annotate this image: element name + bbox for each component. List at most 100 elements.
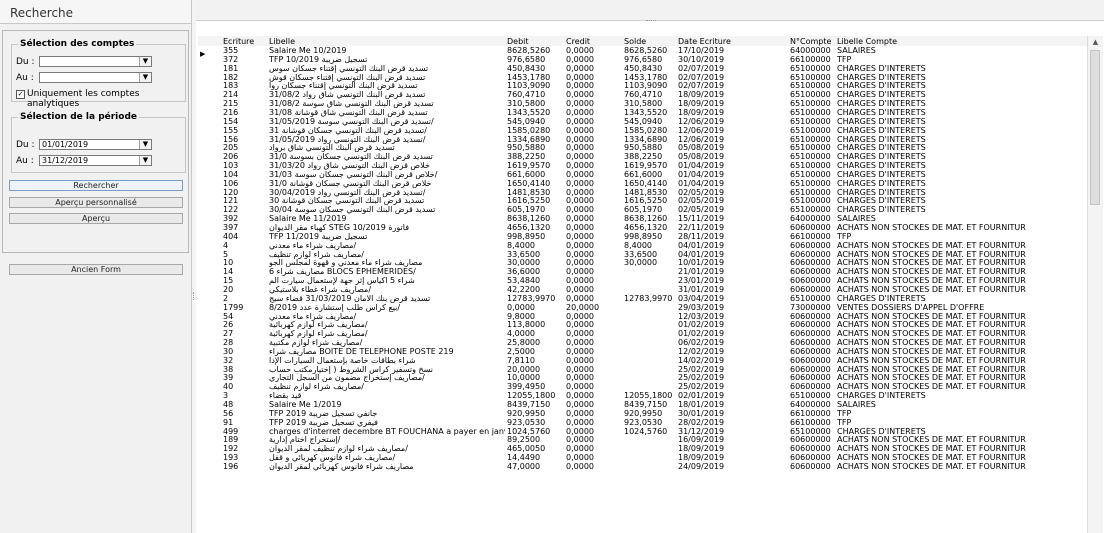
column-header[interactable]: Libelle (269, 38, 505, 46)
table-row[interactable]: 499 charges d'interret decembre BT FOUCHA… (198, 428, 1087, 437)
table-row[interactable]: 20 مصاريف شراء غطاء بلاستيكي/42,2200 0,000… (198, 286, 1087, 295)
table-row[interactable]: 4 مصاريف شراء ماء معدني/8,4000 0,0000 8,400… (198, 242, 1087, 251)
table-cell: 1024,5760 (507, 427, 551, 436)
table-row[interactable]: 397 كهباء مقر الديوان STEG فاتورة 10/2019… (198, 224, 1087, 233)
table-cell: 60600000 (790, 312, 831, 321)
table-row[interactable]: 355 Salaire Me 10/2019 8628,5260 0,0000 8628… (198, 47, 1087, 56)
scrollbar-thumb[interactable] (1090, 50, 1100, 205)
table-row[interactable]: 372 TFP 10/2019 تسجيل ضريبة 976,6580 0,0000… (198, 56, 1087, 65)
chevron-down-icon[interactable]: ▼ (139, 57, 151, 66)
old-form-button[interactable]: Ancien Form (9, 264, 183, 275)
table-cell: 25/02/2019 (678, 365, 725, 374)
search-button[interactable]: Rechercher (9, 180, 183, 191)
period-to-date[interactable]: 31/12/2019 ▼ (39, 155, 152, 166)
column-header[interactable]: Ecriture (223, 38, 267, 46)
table-cell: SALAIRES (837, 401, 876, 409)
table-row[interactable]: 192 مصاريف شراء لوازم تنظيف لمقر الديوان/… (198, 445, 1087, 454)
table-row[interactable]: 216 تسديد قرض البنك التونسي شاق قوشانة 31… (198, 109, 1087, 118)
table-cell: CHARGES D'INTERETS (837, 108, 926, 117)
table-cell: 02/07/2019 (678, 73, 725, 82)
chevron-down-icon[interactable]: ▼ (139, 140, 151, 149)
table-cell: 1103,9090 (624, 82, 668, 91)
table-row[interactable]: 154 تسديد قرض البنك التونسي سوسة 31/05/20… (198, 118, 1087, 127)
table-row[interactable]: 10 مصاريف شراء ماء معدني و قهوة لمجلس الج… (198, 259, 1087, 268)
column-header[interactable]: Debit (507, 38, 565, 46)
table-row[interactable]: 38 نسخ وتسفير كراس الشروط ( إختيارمكتب حس… (198, 366, 1087, 375)
table-cell: 976,6580 (624, 55, 663, 64)
account-from-select[interactable]: ▼ (39, 56, 152, 67)
table-row[interactable]: 196 مصاريف شراء فانوس كهربائي لمقر الديوا… (198, 463, 1087, 472)
period-group: Sélection de la période Du : 01/01/2019 … (11, 112, 186, 173)
table-row[interactable]: 15 شراء 5 أكياس إثر جهة لإستعمال سيارت ال… (198, 277, 1087, 286)
column-header[interactable]: Credit (566, 38, 622, 46)
custom-preview-button[interactable]: Aperçu personnalisé (9, 197, 183, 208)
table-row[interactable]: 189 إستخراج أختام إدارية/89,2500 0,0000 16/… (198, 436, 1087, 445)
horizontal-splitter-grip[interactable] (646, 20, 656, 23)
table-cell: تسديد قرض البنك التونسي شاق برواد (269, 144, 395, 153)
table-row[interactable]: 48 Salaire Me 1/2019 8439,7150 0,0000 8439,7… (198, 401, 1087, 410)
table-row[interactable]: 26 مصاريف شراء لوازم كهربائية/113,8000 0,0… (198, 321, 1087, 330)
preview-button[interactable]: Aperçu (9, 213, 183, 224)
table-cell: تسديد قرض البنك التونسي شاق رواد 31/08/2 (269, 91, 426, 100)
table-row[interactable]: 40 مصاريف شراء لوازم تنظيف/399,4950 0,0000… (198, 383, 1087, 392)
chevron-down-icon[interactable]: ▼ (139, 156, 151, 165)
column-header[interactable]: Libelle Compte (837, 38, 1087, 46)
table-row[interactable]: 104 خلاص قرض البنك التونسي جسكان سوسة 31/… (198, 171, 1087, 180)
table-cell: 103 (223, 162, 239, 171)
table-cell: 16/09/2019 (678, 436, 725, 445)
vertical-splitter[interactable] (192, 0, 196, 533)
table-cell: كهباء مقر الديوان STEG فاتورة 10/2019 (269, 224, 410, 232)
table-cell: 0,0000 (566, 179, 594, 188)
table-row[interactable]: 404 TFP 11/2019 تسجيل ضريبة 998,8950 0,0000… (198, 233, 1087, 242)
table-row[interactable]: 214 تسديد قرض البنك التونسي شاق رواد 31/0… (198, 91, 1087, 100)
table-row[interactable]: 121 تسديد قرض البنك التونسي جسكان قوشانة … (198, 197, 1087, 206)
account-to-select[interactable]: ▼ (39, 72, 152, 83)
table-row[interactable]: 39 مصاريف إستخراج مضمون من السجل التجاري/… (198, 374, 1087, 383)
splitter-grip[interactable] (193, 292, 196, 300)
table-row[interactable]: 156 تسديد قرض البنك التونسي رواد 31/05/20… (198, 136, 1087, 145)
table-cell: 206 (223, 153, 239, 162)
table-row[interactable]: 103 خلاص قرض البنك التونسي شاق رواد 31/03… (198, 162, 1087, 171)
table-row[interactable]: 2 تسديد قرض بنك الأمان 31/03/2019 قضاء سي… (198, 295, 1087, 304)
table-row[interactable]: 215 تسديد قرض البنك التونسي شاق سوسة 31/0… (198, 100, 1087, 109)
table-row[interactable]: 5 مصاريف شراء لوازم تنظيف/33,6500 0,0000 33… (198, 251, 1087, 260)
table-cell: 30,0000 (624, 259, 658, 268)
table-cell: إستخراج أختام إدارية/ (269, 436, 341, 445)
table-row[interactable]: 3 قيد بقضاء 12055,1800 0,0000 12055,1800 02/0… (198, 392, 1087, 401)
table-row[interactable]: 1799 بيع كراس طلب إستشارة عدد 8/2019/0,00… (198, 304, 1087, 313)
table-row[interactable]: 181 تسديد قرض البنك التونسي إقتناء جسكان … (198, 65, 1087, 74)
table-row[interactable]: 106 خلاص قرض البنك التونسي جسكان قوشانة 3… (198, 180, 1087, 189)
table-row[interactable]: 27 مصاريف شراء لوازم كهربائية/4,0000 0,000… (198, 330, 1087, 339)
table-row[interactable]: 122 تسديد قرض البنك التونسي جسكان سوسة 30… (198, 206, 1087, 215)
table-row[interactable]: 120 تسديد قرض البنك التونسي رواد 30/04/20… (198, 189, 1087, 198)
table-row[interactable]: 193 مصاريف شراء فانوس كهربائي و قفل/14,44… (198, 454, 1087, 463)
column-header[interactable]: Solde (624, 38, 676, 46)
table-row[interactable]: 30 مصاريف شراء BOITE DE TELEPHONE POSTE 2… (198, 348, 1087, 357)
table-cell: 30/10/2019 (678, 55, 725, 64)
table-row[interactable]: 54 مصاريف شراء ماء معدني/9,8000 0,0000 12/0… (198, 313, 1087, 322)
table-row[interactable]: 205 تسديد قرض البنك التونسي شاق برواد 950,… (198, 144, 1087, 153)
table-row[interactable]: 14 مصاريف شراء 6 BLOCS EPHEMERIDES/36,600… (198, 268, 1087, 277)
table-cell: 02/05/2019 (678, 188, 725, 197)
table-row[interactable]: 32 شراء بطاقات خاصة بإستعمال السيارات الإ… (198, 357, 1087, 366)
column-header[interactable]: N°Compte (790, 38, 835, 46)
table-row[interactable]: 206 تسديد قرض البنك التونسي جسكان بسوسة 3… (198, 153, 1087, 162)
table-row[interactable]: 91 TFP 2019 فيفري تسجيل ضريبة 923,0530 0,00… (198, 419, 1087, 428)
analytic-checkbox[interactable]: ✓ (16, 90, 25, 99)
table-row[interactable]: 183 تسديد قرض البنك التونسي إقتناء جسكان … (198, 82, 1087, 91)
chevron-down-icon[interactable]: ▼ (139, 73, 151, 82)
table-row[interactable]: 182 تسديد قرض البنك التونسي إقتناء جسكان … (198, 74, 1087, 83)
table-row[interactable]: 392 Salaire Me 11/2019 8638,1260 0,0000 8638… (198, 215, 1087, 224)
scroll-up-icon[interactable]: ▲ (1089, 36, 1102, 48)
period-from-date[interactable]: 01/01/2019 ▼ (39, 139, 152, 150)
table-row[interactable]: 155 تسديد قرض البنك التونسي جسكان قوشانة … (198, 127, 1087, 136)
column-header[interactable]: Date Ecriture (678, 38, 788, 46)
vertical-scrollbar[interactable]: ▲ (1087, 36, 1103, 533)
table-row[interactable]: 28 مصاريف شراء لوازم مكتبية/25,8000 0,0000… (198, 339, 1087, 348)
table-cell: ACHATS NON STOCKES DE MAT. ET FOURNITUR (837, 445, 1026, 454)
table-cell: 0,0000 (566, 427, 594, 436)
table-cell: 0,0000 (566, 347, 594, 356)
table-cell: 65100000 (790, 179, 831, 188)
table-row[interactable]: 56 TFP 2019 جانفي تسجيل ضريبة 920,9950 0,00… (198, 410, 1087, 419)
table-cell: 998,8950 (507, 232, 546, 241)
